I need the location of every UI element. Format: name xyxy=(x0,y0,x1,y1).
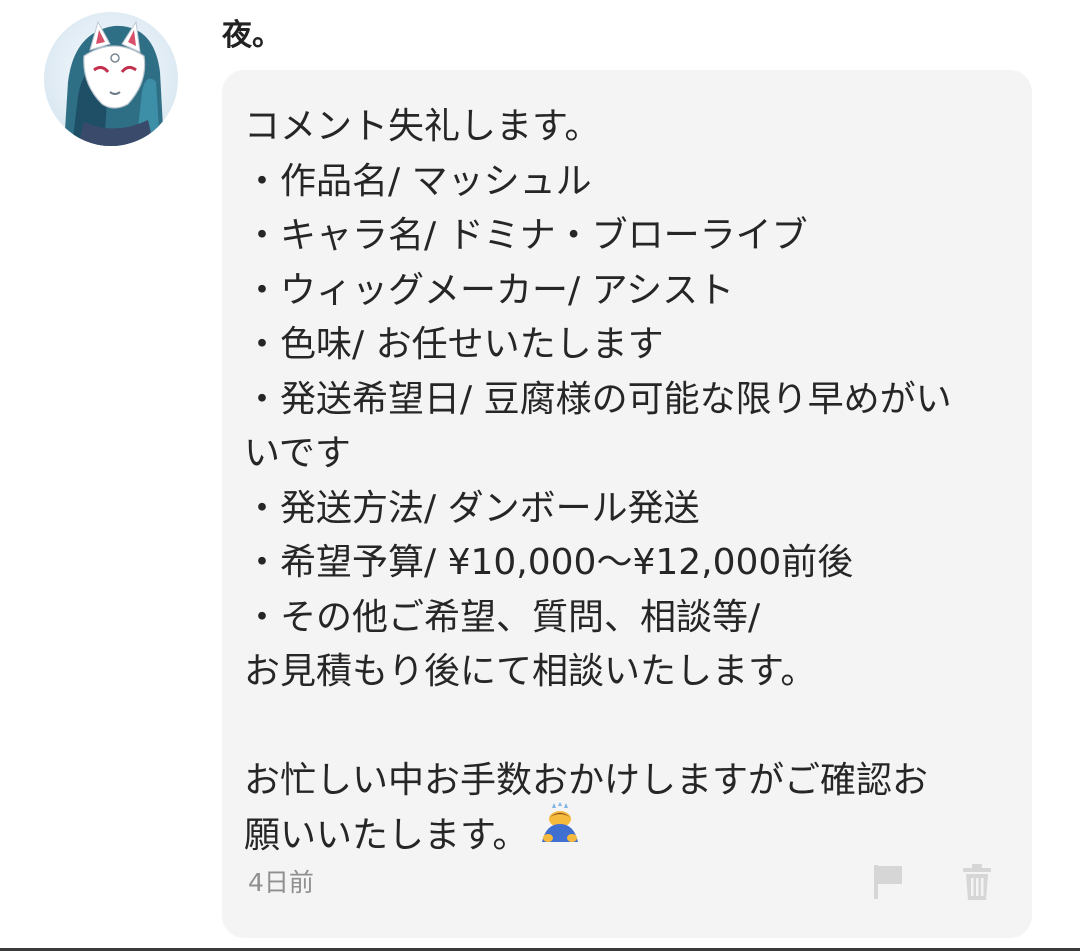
user-avatar[interactable] xyxy=(44,12,178,146)
flag-icon xyxy=(874,865,902,899)
message-line-text: 願いいたします。 xyxy=(244,814,529,856)
message-line: ・発送希望日/ 豆腐様の可能な限り早めがい xyxy=(244,378,952,420)
message-line-last: 願いいたします。 xyxy=(244,802,1010,864)
message-line: ・発送方法/ ダンボール発送 xyxy=(244,487,700,529)
message-line: お見積もり後にて相談いたします。 xyxy=(244,651,817,692)
message-line: ・色味/ お任せいたします xyxy=(244,324,664,365)
message-line: いです xyxy=(244,433,351,474)
comment-timestamp: 4日前 xyxy=(248,868,314,897)
report-button[interactable] xyxy=(866,858,910,906)
comment-message: コメント失礼します。 ・作品名/ マッシュル ・キャラ名/ ドミナ・ブローライブ… xyxy=(244,100,1010,863)
trash-icon xyxy=(963,864,991,900)
message-line: ・その他ご希望、質問、相談等/ xyxy=(244,596,761,638)
username[interactable]: 夜。 xyxy=(222,14,282,58)
bowing-person-emoji-icon xyxy=(532,802,584,863)
message-line: コメント失礼します。 xyxy=(244,106,601,147)
message-line: お忙しい中お手数おかけしますがご確認お xyxy=(244,760,929,801)
message-line: ・キャラ名/ ドミナ・ブローライブ xyxy=(244,215,808,256)
message-line: ・希望予算/ ¥10,000〜¥12,000前後 xyxy=(244,542,854,583)
message-line-blank xyxy=(244,700,1010,755)
fox-mask-avatar-icon xyxy=(44,12,178,146)
message-line: ・ウィッグメーカー/ アシスト xyxy=(244,269,735,311)
message-line: ・作品名/ マッシュル xyxy=(244,160,592,202)
comment-bubble: コメント失礼します。 ・作品名/ マッシュル ・キャラ名/ ドミナ・ブローライブ… xyxy=(222,70,1032,938)
delete-button[interactable] xyxy=(955,858,999,906)
